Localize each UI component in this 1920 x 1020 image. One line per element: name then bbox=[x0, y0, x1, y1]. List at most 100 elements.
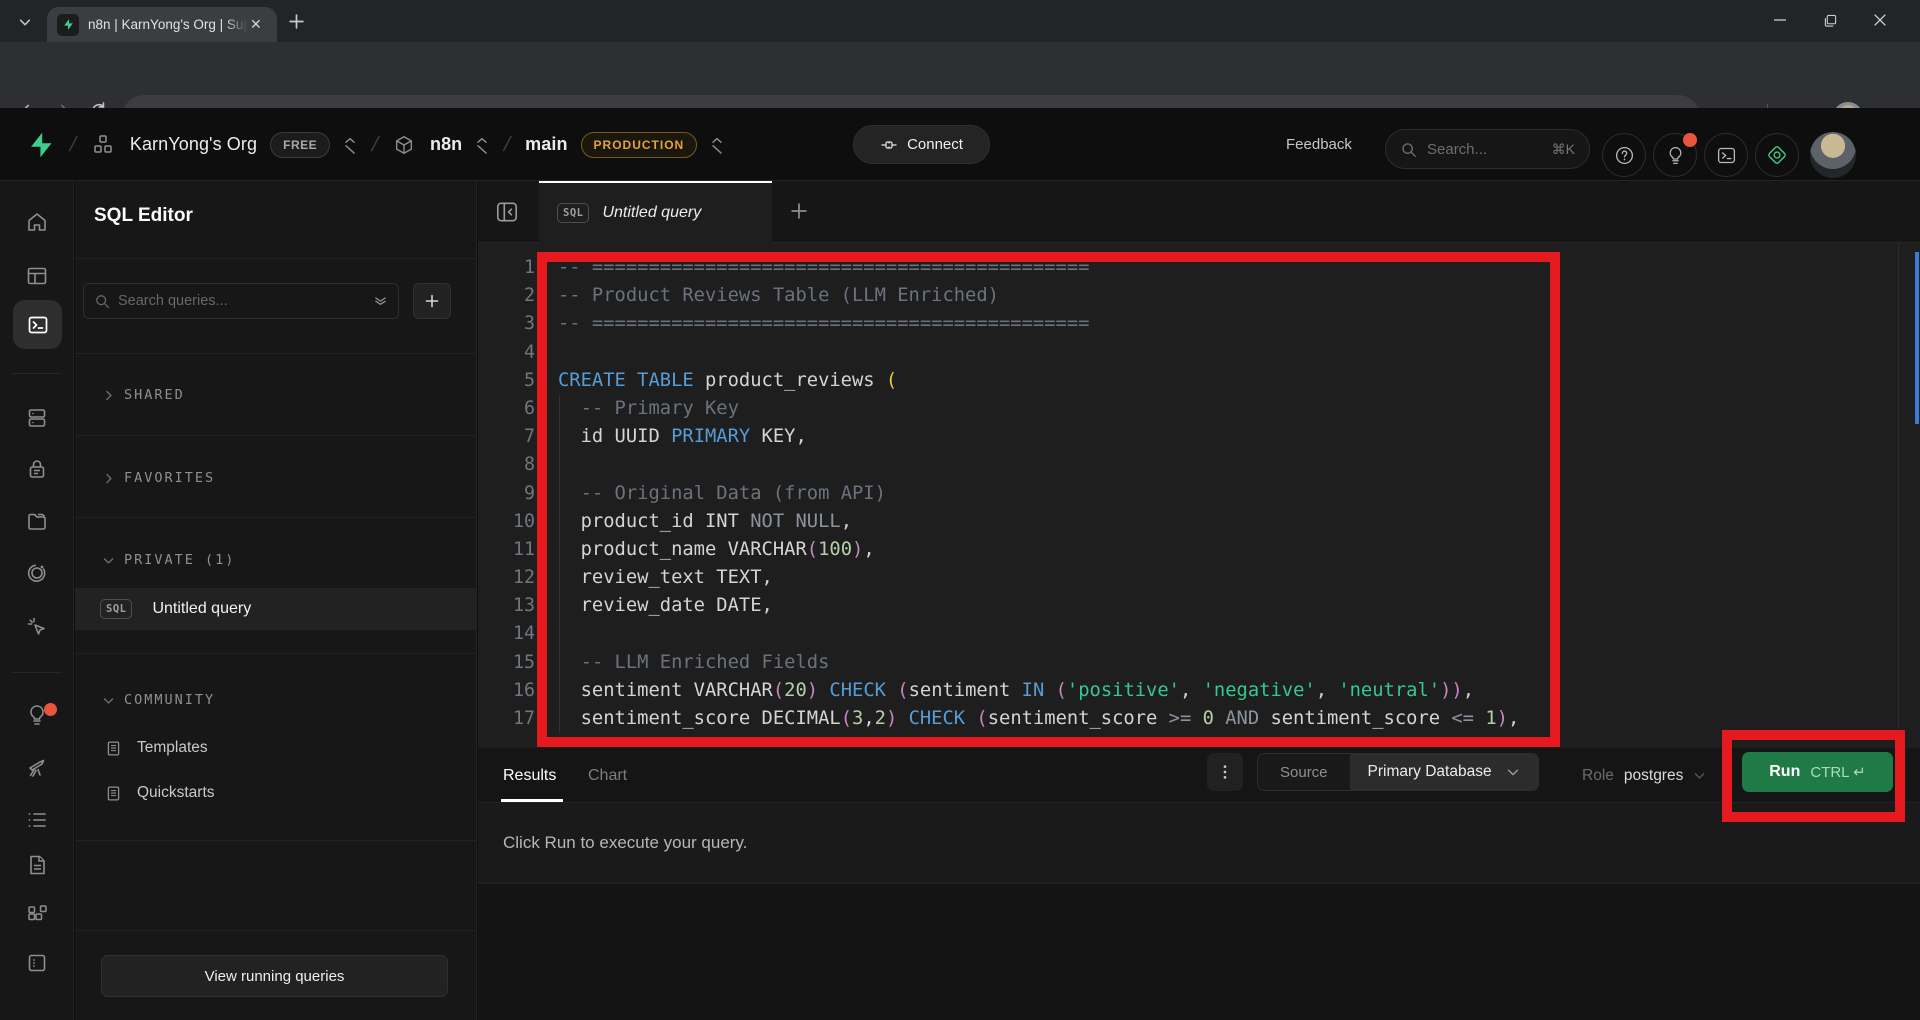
sidebar-item-templates[interactable]: Templates bbox=[75, 731, 477, 765]
chevron-right-icon bbox=[102, 472, 115, 485]
notification-dot bbox=[1683, 133, 1697, 147]
tab-results[interactable]: Results bbox=[503, 748, 556, 803]
sort-icon[interactable] bbox=[373, 294, 388, 309]
editor-scrollbar[interactable] bbox=[1915, 252, 1919, 424]
nav-database-icon[interactable] bbox=[0, 406, 74, 430]
app-header: / KarnYong's Org FREE / n8n / main PRODU… bbox=[0, 108, 1920, 181]
tab-chart[interactable]: Chart bbox=[588, 748, 627, 803]
sql-sidebar: SQL Editor Search queries... SHARED FAVO… bbox=[75, 181, 477, 1020]
new-query-button[interactable] bbox=[413, 283, 451, 319]
organization-icon bbox=[91, 133, 115, 157]
chevron-down-icon bbox=[18, 15, 32, 29]
chevron-down-icon bbox=[1506, 765, 1520, 779]
gutter-numbers: 1234567891011121314151617 bbox=[478, 254, 535, 733]
global-search[interactable]: Search... ⌘K bbox=[1385, 129, 1590, 169]
plus-icon bbox=[424, 293, 440, 309]
nav-edge-functions-icon[interactable] bbox=[0, 615, 74, 639]
project-icon bbox=[393, 134, 415, 156]
search-queries-placeholder: Search queries... bbox=[118, 293, 373, 309]
branch-name[interactable]: main bbox=[525, 134, 567, 155]
maximize-icon[interactable] bbox=[1824, 14, 1837, 27]
feedback-button[interactable]: Feedback bbox=[1286, 108, 1352, 181]
chevron-down-icon bbox=[102, 694, 115, 707]
results-menu-button[interactable] bbox=[1207, 753, 1243, 791]
database-selector[interactable]: Source Primary Database bbox=[1257, 753, 1539, 791]
search-icon bbox=[94, 293, 110, 309]
code-lines: -- =====================================… bbox=[558, 254, 1519, 733]
connect-button[interactable]: Connect bbox=[853, 125, 990, 164]
search-queries-input[interactable]: Search queries... bbox=[83, 283, 399, 319]
project-name[interactable]: n8n bbox=[430, 134, 462, 155]
nav-logs-icon[interactable] bbox=[0, 808, 74, 832]
tab-title: n8n | KarnYong's Org | Supabas bbox=[88, 17, 248, 32]
browser-toolbar: supabase.com/dashboard/project/gxsnhxwkl… bbox=[0, 42, 1920, 108]
nav-table-editor-icon[interactable] bbox=[0, 264, 74, 288]
tab-close-icon[interactable]: ✕ bbox=[250, 16, 262, 33]
nav-advisors-icon[interactable] bbox=[0, 703, 74, 727]
results-body bbox=[478, 884, 1920, 1020]
search-placeholder: Search... bbox=[1427, 141, 1552, 158]
query-list-item[interactable]: SQL Untitled query bbox=[75, 588, 477, 630]
nav-reports-icon[interactable] bbox=[0, 755, 74, 779]
nav-storage-icon[interactable] bbox=[0, 510, 74, 534]
branch-badge: PRODUCTION bbox=[581, 132, 698, 158]
browser-tab[interactable]: n8n | KarnYong's Org | Supabas ✕ bbox=[47, 7, 277, 42]
search-shortcut: ⌘K bbox=[1552, 141, 1575, 158]
supabase-favicon bbox=[57, 14, 79, 36]
kebab-icon bbox=[1217, 763, 1233, 781]
plug-icon bbox=[880, 136, 898, 154]
sql-badge: SQL bbox=[557, 203, 589, 223]
close-icon[interactable] bbox=[1873, 13, 1887, 27]
document-icon bbox=[105, 785, 122, 802]
advisor-alert-dot bbox=[44, 703, 57, 716]
sidebar-item-quickstarts[interactable]: Quickstarts bbox=[75, 776, 477, 810]
results-empty-state: Click Run to execute your query. bbox=[478, 803, 1920, 883]
org-name[interactable]: KarnYong's Org bbox=[130, 134, 257, 155]
code-editor[interactable]: 1234567891011121314151617 -- ===========… bbox=[478, 243, 1920, 748]
project-switcher-icon[interactable] bbox=[475, 135, 489, 155]
notifications-button[interactable] bbox=[1653, 133, 1697, 177]
tab-search-button[interactable] bbox=[8, 9, 42, 35]
org-switcher-icon[interactable] bbox=[343, 135, 357, 155]
section-community[interactable]: COMMUNITY bbox=[75, 686, 477, 714]
editor-main: SQL Untitled query 123456789101112131415… bbox=[478, 181, 1920, 1020]
role-label: Role bbox=[1582, 767, 1614, 785]
sql-badge: SQL bbox=[100, 599, 132, 619]
nav-settings-icon[interactable] bbox=[0, 951, 74, 975]
nav-auth-icon[interactable] bbox=[0, 457, 74, 481]
chevron-down-icon bbox=[102, 554, 115, 567]
view-running-queries-button[interactable]: View running queries bbox=[101, 955, 448, 997]
database-dropdown[interactable]: Primary Database bbox=[1350, 754, 1538, 790]
search-icon bbox=[1400, 141, 1417, 158]
sidebar-title: SQL Editor bbox=[94, 205, 193, 227]
section-shared[interactable]: SHARED bbox=[75, 381, 477, 409]
nav-sql-editor-icon[interactable] bbox=[13, 300, 62, 349]
assistant-button[interactable] bbox=[1755, 133, 1799, 177]
run-shortcut: CTRL ↵ bbox=[1810, 763, 1865, 781]
rail-divider bbox=[12, 373, 62, 374]
user-avatar[interactable] bbox=[1810, 132, 1856, 178]
run-button[interactable]: Run CTRL ↵ bbox=[1742, 752, 1893, 792]
lightbulb-icon bbox=[1665, 145, 1686, 166]
browser-tab-strip: n8n | KarnYong's Org | Supabas ✕ bbox=[0, 0, 1920, 42]
chevron-down-icon bbox=[1693, 769, 1706, 782]
section-private[interactable]: PRIVATE (1) bbox=[75, 546, 477, 574]
branch-switcher-icon[interactable] bbox=[710, 135, 724, 155]
editor-tab-untitled-query[interactable]: SQL Untitled query bbox=[539, 181, 772, 243]
supabase-logo[interactable] bbox=[27, 131, 55, 159]
role-selector[interactable]: Role postgres bbox=[1582, 748, 1706, 803]
nav-home-icon[interactable] bbox=[0, 210, 74, 234]
new-tab-button[interactable] bbox=[288, 13, 305, 30]
nav-realtime-icon[interactable] bbox=[0, 561, 74, 585]
minimize-icon[interactable] bbox=[1773, 13, 1787, 27]
nav-integrations-icon[interactable] bbox=[0, 903, 74, 927]
new-editor-tab-button[interactable] bbox=[789, 201, 809, 221]
nav-rail bbox=[0, 181, 74, 1020]
results-toolbar: Results Chart Source Primary Database Ro… bbox=[478, 748, 1920, 803]
nav-api-docs-icon[interactable] bbox=[0, 853, 74, 877]
help-button[interactable] bbox=[1602, 133, 1646, 177]
section-favorites[interactable]: FAVORITES bbox=[75, 464, 477, 492]
collapse-sidebar-button[interactable] bbox=[494, 199, 520, 225]
terminal-button[interactable] bbox=[1704, 133, 1748, 177]
chevron-right-icon bbox=[102, 389, 115, 402]
